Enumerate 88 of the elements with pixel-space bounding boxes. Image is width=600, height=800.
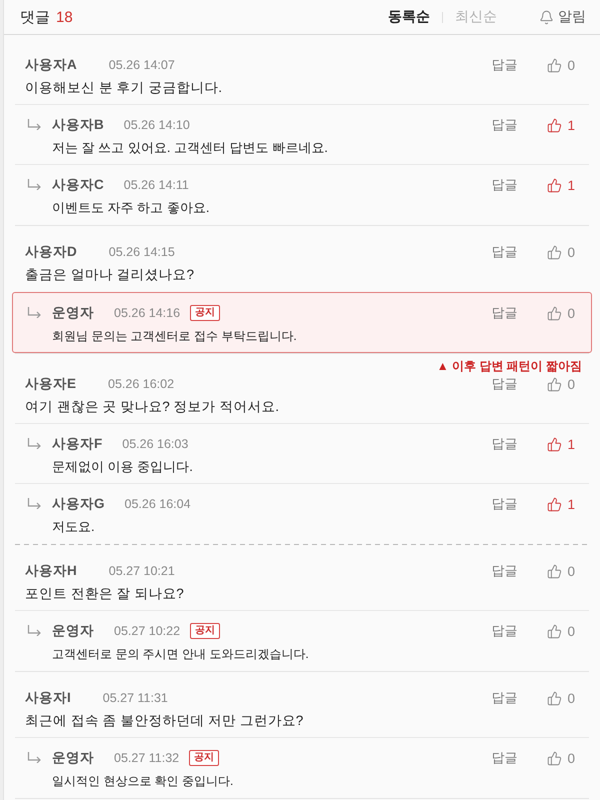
post-time: 05.27 11:31 — [102, 691, 168, 705]
author-name: 운영자 — [52, 304, 94, 322]
reply-button[interactable]: 답글 — [491, 689, 518, 707]
like-button[interactable]: 0 — [547, 306, 575, 320]
reply-arrow-icon — [27, 179, 41, 190]
notice-label: 공지 — [189, 750, 220, 766]
reply-arrow-icon — [27, 119, 41, 130]
reply-button[interactable]: 답글 — [491, 304, 518, 322]
comment-text: 포인트 전환은 잘 되나요? — [25, 585, 185, 603]
like-button[interactable]: 0 — [547, 58, 575, 72]
post-time: 05.26 16:03 — [122, 437, 188, 451]
thumbs-up-icon — [547, 496, 562, 512]
reply-arrow-icon — [27, 438, 41, 449]
reply-text: 일시적인 현상으로 확인 중입니다. — [52, 773, 234, 790]
reply-button[interactable]: 답글 — [491, 622, 518, 640]
reply-button[interactable]: 답글 — [491, 176, 518, 194]
thumbs-up-icon — [547, 436, 562, 452]
comment-text: 출금은 얼마나 걸리셨나요? — [25, 266, 196, 284]
author-name: 운영자 — [52, 622, 94, 640]
author-name: 사용자B — [52, 116, 104, 134]
reply-button[interactable]: 답글 — [491, 56, 518, 74]
sort-tab[interactable]: 동록순 — [388, 8, 430, 26]
reply-arrow-icon — [27, 752, 41, 763]
reply-text: 저도요. — [52, 518, 96, 536]
author-name: 사용자G — [52, 495, 105, 513]
post-time: 05.26 14:15 — [108, 245, 175, 259]
reply-text: 문제없이 이용 중입니다. — [52, 458, 194, 476]
post-time: 05.27 10:21 — [108, 564, 175, 578]
thumbs-up-icon — [547, 244, 562, 260]
author-name: 사용자D — [25, 243, 77, 261]
author-name: 사용자I — [25, 689, 71, 707]
author-name: 운영자 — [52, 749, 94, 767]
thumbs-up-icon — [547, 624, 562, 638]
author-name: 사용자H — [25, 562, 77, 580]
comments-title: 댓글 — [20, 8, 50, 26]
reply-button[interactable]: 답글 — [491, 375, 518, 393]
post-time: 05.26 14:10 — [124, 118, 190, 132]
author-name: 사용자E — [25, 375, 76, 393]
post-time: 05.26 14:11 — [124, 178, 189, 192]
thumbs-up-icon — [547, 750, 562, 766]
reply-button[interactable]: 답글 — [491, 562, 518, 580]
reply-text: 이벤트도 자주 하고 좋아요. — [52, 199, 210, 217]
thumbs-up-icon — [547, 376, 562, 392]
annotation-note: ▲ 이후 답변 패턴이 짧아짐 — [436, 358, 582, 374]
like-button[interactable]: 0 — [547, 690, 575, 706]
like-button[interactable]: 0 — [547, 564, 575, 578]
thumbs-up-icon — [547, 118, 562, 132]
reply-arrow-icon — [27, 498, 41, 509]
reply-arrow-icon — [27, 625, 41, 636]
reply-button[interactable]: 답글 — [491, 243, 518, 261]
comment-text: 최근에 접속 좀 불안정하던데 저만 그런가요? — [25, 712, 304, 730]
reply-text: 고객센터로 문의 주시면 안내 도와드리겠습니다. — [52, 646, 310, 663]
like-button[interactable]: 1 — [547, 118, 575, 132]
comment-text: 여기 괜찮은 곳 맞나요? 정보가 적어서요. — [25, 398, 280, 416]
thumbs-up-icon — [547, 690, 562, 706]
reply-button[interactable]: 답글 — [491, 435, 518, 453]
thumbs-up-icon — [547, 306, 562, 320]
thumbs-up-icon — [547, 178, 562, 192]
post-time: 05.27 10:22 — [114, 624, 180, 638]
post-time: 05.26 14:07 — [108, 58, 175, 72]
comment-count: 18 — [56, 8, 73, 26]
like-button[interactable]: 0 — [547, 624, 575, 638]
reply-arrow-icon — [27, 307, 41, 318]
like-button[interactable]: 1 — [547, 436, 575, 452]
like-button[interactable]: 1 — [547, 496, 575, 512]
post-time: 05.27 11:32 — [114, 751, 180, 765]
like-button[interactable]: 1 — [547, 178, 575, 192]
thumbs-up-icon — [547, 564, 562, 578]
reply-text: 회원님 문의는 고객센터로 접수 부탁드립니다. — [52, 328, 298, 345]
reply-text: 저는 잘 쓰고 있어요. 고객센터 답변도 빠르네요. — [52, 139, 329, 157]
like-button[interactable]: 0 — [547, 376, 575, 392]
notice-label: 공지 — [190, 305, 220, 321]
author-name: 사용자C — [52, 176, 104, 194]
author-name: 사용자A — [25, 56, 77, 74]
like-button[interactable]: 0 — [547, 750, 575, 766]
post-time: 05.26 14:16 — [114, 306, 180, 320]
notice-label: 공지 — [190, 623, 220, 639]
author-name: 사용자F — [52, 435, 102, 453]
reply-button[interactable]: 답글 — [491, 495, 518, 513]
post-time: 05.26 16:04 — [124, 497, 191, 511]
thumbs-up-icon — [547, 58, 562, 72]
reply-button[interactable]: 답글 — [491, 116, 518, 134]
bell-icon — [539, 10, 554, 24]
post-time: 05.26 16:02 — [108, 377, 174, 391]
reply-button[interactable]: 답글 — [491, 749, 518, 767]
notification-button[interactable]: 알림 — [539, 8, 586, 26]
like-button[interactable]: 0 — [547, 244, 575, 260]
comment-text: 이용해보신 분 후기 궁금합니다. — [25, 79, 224, 97]
